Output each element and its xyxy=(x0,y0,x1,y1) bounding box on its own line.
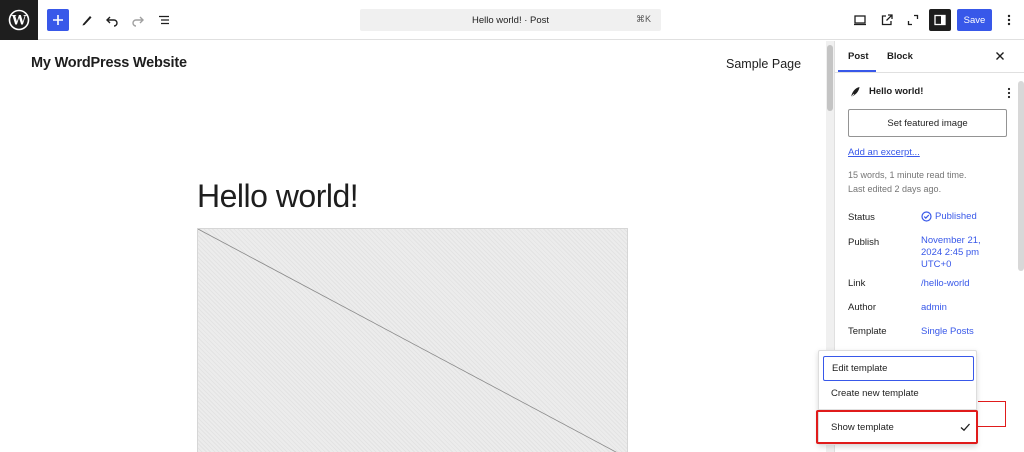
view-button[interactable] xyxy=(849,9,871,31)
post-title[interactable]: Hello world! xyxy=(197,178,359,215)
link-label: Link xyxy=(848,278,866,289)
close-icon[interactable] xyxy=(993,49,1007,63)
template-label: Template xyxy=(848,326,887,337)
wordpress-logo-button[interactable]: W xyxy=(0,0,38,40)
author-label: Author xyxy=(848,302,876,313)
publish-date-line2: 2024 2:45 pm xyxy=(921,247,980,258)
more-vertical-icon xyxy=(1007,14,1011,26)
undo-icon xyxy=(106,16,118,27)
tab-post[interactable]: Post xyxy=(848,51,869,62)
status-value-text: Published xyxy=(935,211,977,223)
publish-label: Publish xyxy=(848,237,880,248)
undo-button[interactable] xyxy=(101,9,123,31)
post-summary: Hello world! xyxy=(848,85,1018,101)
sidebar-scrollbar[interactable] xyxy=(1018,81,1024,271)
add-excerpt-link[interactable]: Add an excerpt... xyxy=(848,147,920,158)
featured-image-placeholder[interactable] xyxy=(197,228,628,452)
publish-date-line1: November 21, xyxy=(921,235,981,246)
save-button[interactable]: Save xyxy=(957,9,992,31)
tools-button[interactable] xyxy=(76,9,98,31)
published-check-icon xyxy=(921,211,932,222)
highlight-outline xyxy=(816,410,978,444)
author-value[interactable]: admin xyxy=(921,302,947,314)
post-actions-icon[interactable] xyxy=(1004,87,1014,99)
svg-text:W: W xyxy=(11,14,27,29)
menu-item-edit-template[interactable]: Edit template xyxy=(823,356,974,381)
editor-toolbar: W Hello world! · Post ⌘K Save xyxy=(0,0,1024,40)
command-shortcut: ⌘K xyxy=(635,14,651,24)
menu-item-create-template[interactable]: Create new template xyxy=(823,381,974,406)
document-overview-button[interactable] xyxy=(153,9,175,31)
settings-sidebar-toggle[interactable] xyxy=(929,9,951,31)
placeholder-diagonal-line xyxy=(198,229,617,452)
view-post-button[interactable] xyxy=(876,9,898,31)
publish-date-line3: UTC+0 xyxy=(921,259,952,270)
word-count: 15 words, 1 minute read time. xyxy=(848,170,967,180)
options-button[interactable] xyxy=(998,9,1020,31)
site-title[interactable]: My WordPress Website xyxy=(31,55,187,71)
fullscreen-button[interactable] xyxy=(902,9,924,31)
active-tab-indicator xyxy=(838,70,876,72)
redo-button[interactable] xyxy=(127,9,149,31)
expand-icon xyxy=(907,14,919,26)
redo-icon xyxy=(132,16,144,27)
editor-canvas[interactable]: My WordPress Website Sample Page Hello w… xyxy=(0,41,832,452)
external-link-icon xyxy=(881,14,893,26)
command-palette-bar[interactable]: Hello world! · Post ⌘K xyxy=(360,9,661,31)
template-value[interactable]: Single Posts xyxy=(921,326,974,338)
wordpress-logo-icon: W xyxy=(8,9,30,31)
canvas-scrollbar-thumb[interactable] xyxy=(827,45,833,111)
desktop-icon xyxy=(854,15,866,26)
pencil-icon xyxy=(82,16,92,26)
tab-block[interactable]: Block xyxy=(887,51,913,62)
set-featured-image-button[interactable]: Set featured image xyxy=(848,109,1007,137)
list-view-icon xyxy=(159,15,169,25)
highlight-outline-partial xyxy=(978,401,1006,427)
publish-value[interactable]: November 21, 2024 2:45 pm UTC+0 xyxy=(921,235,981,271)
nav-link-sample-page[interactable]: Sample Page xyxy=(726,57,801,71)
command-bar-title: Hello world! · Post xyxy=(471,14,550,26)
status-value[interactable]: Published xyxy=(921,211,977,223)
post-name: Hello world! xyxy=(869,86,924,97)
sidebar-tabs: Post Block xyxy=(835,41,1024,73)
status-label: Status xyxy=(848,212,875,223)
link-value[interactable]: /hello-world xyxy=(921,278,970,290)
add-block-button[interactable] xyxy=(47,9,69,31)
feather-icon xyxy=(849,87,860,99)
plus-icon xyxy=(53,15,63,25)
last-edited: Last edited 2 days ago. xyxy=(848,184,942,194)
sidebar-icon xyxy=(934,14,946,26)
